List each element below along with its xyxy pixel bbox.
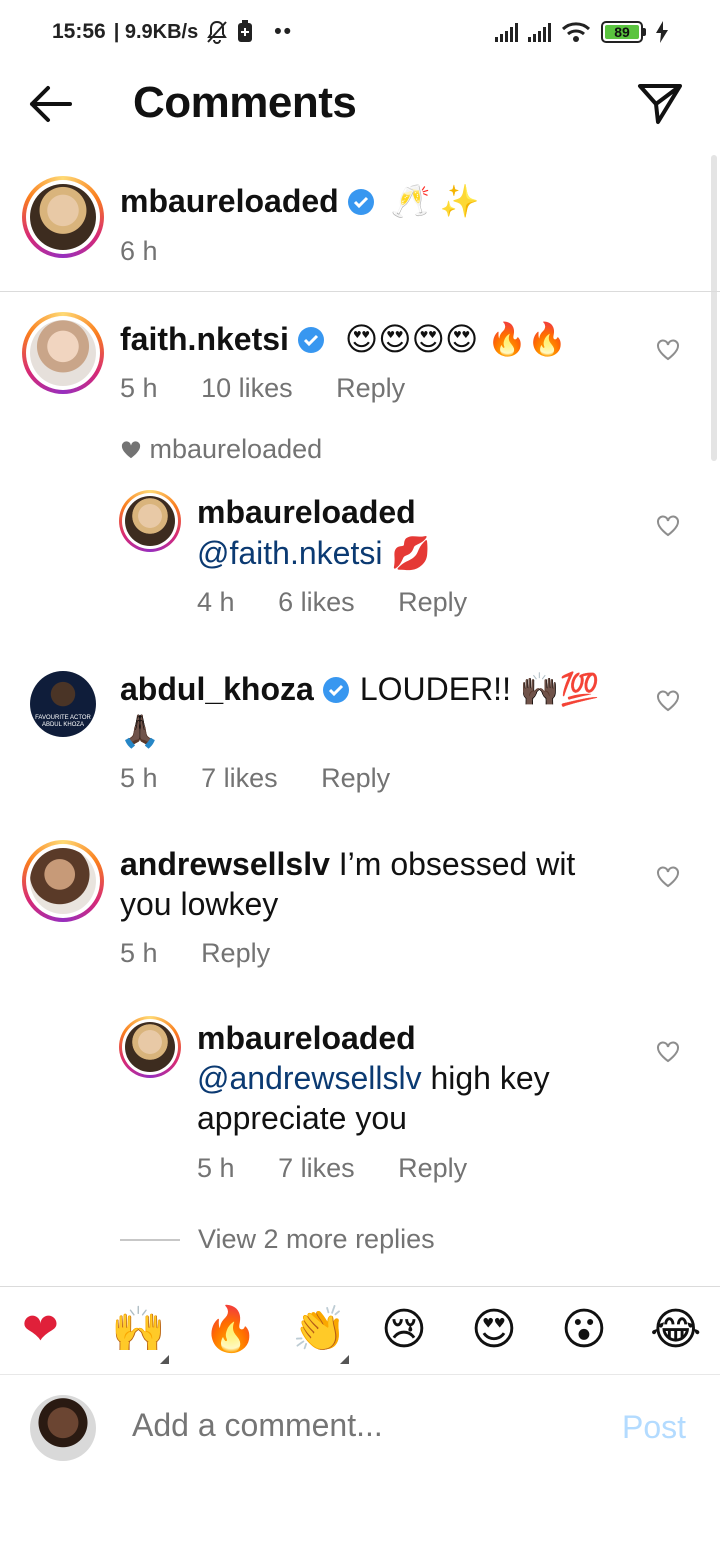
battery-saver-icon — [238, 20, 253, 42]
comment-text: LOUDER!! 🙌🏿💯 — [359, 671, 600, 707]
like-heart-icon[interactable] — [656, 866, 680, 888]
comment-text: I’m obsessed wit — [329, 846, 576, 882]
reply-text: @andrewsellslv high key — [197, 1060, 550, 1097]
comment-input[interactable] — [132, 1407, 592, 1444]
comment-likes[interactable]: 10 likes — [201, 373, 293, 403]
share-send-icon[interactable] — [636, 80, 684, 128]
comment-username[interactable]: faith.nketsi — [120, 321, 289, 357]
status-net-speed: | 9.9KB/s — [113, 20, 199, 43]
comment-meta: 5 h Reply — [120, 938, 270, 969]
comment-text: 😍😍😍😍 🔥🔥 — [344, 321, 567, 357]
comment-line: andrewsellslv I’m obsessed wit — [120, 846, 575, 883]
reply-button[interactable]: Reply — [201, 938, 270, 968]
reply-time: 5 h — [197, 1153, 235, 1183]
bell-off-icon — [207, 20, 228, 44]
reaction-fire-icon[interactable]: 🔥 — [203, 1305, 258, 1355]
comment-time: 5 h — [120, 763, 158, 793]
reply-username[interactable]: mbaureloaded — [197, 494, 416, 531]
skin-tone-corner — [340, 1355, 349, 1364]
comment-meta: 5 h 10 likes Reply — [120, 373, 405, 404]
avatar[interactable] — [119, 1016, 181, 1078]
battery-icon: 89 — [601, 21, 646, 43]
reaction-clap-icon[interactable]: 👏 — [292, 1305, 347, 1355]
caption-line: mbaureloaded 🥂 ✨ — [120, 182, 479, 220]
mention-link[interactable]: @faith.nketsi — [197, 535, 382, 571]
reply-likes[interactable]: 7 likes — [278, 1153, 355, 1183]
page-title: Comments — [133, 78, 357, 127]
comment-line: faith.nketsi 😍😍😍😍 🔥🔥 — [120, 320, 567, 358]
like-heart-icon[interactable] — [656, 515, 680, 537]
header: Comments — [0, 64, 720, 144]
view-more-replies[interactable]: View 2 more replies — [120, 1224, 435, 1255]
reply-text-body: 💋 — [382, 535, 432, 571]
avatar[interactable] — [22, 176, 104, 258]
reaction-surprised-icon[interactable]: 😮 — [561, 1305, 607, 1355]
verified-icon — [322, 677, 349, 703]
avatar[interactable] — [119, 490, 181, 552]
divider — [0, 291, 720, 292]
signal-2-icon — [528, 22, 551, 42]
like-heart-icon[interactable] — [656, 339, 680, 361]
reply-text-line2: appreciate you — [197, 1100, 407, 1136]
comment-username[interactable]: andrewsellslv — [120, 846, 330, 882]
avatar-caption: FAVOURITE ACTOR ABDUL KHOZA — [35, 715, 91, 728]
liked-by-label: mbaureloaded — [149, 434, 323, 464]
verified-icon — [297, 327, 324, 353]
charging-icon — [656, 21, 668, 43]
reply-button[interactable]: Reply — [336, 373, 405, 403]
view-more-line — [120, 1238, 180, 1241]
reply-meta: 4 h 6 likes Reply — [197, 587, 467, 618]
avatar[interactable] — [22, 312, 104, 394]
reaction-laughing-icon[interactable]: 😂 — [650, 1305, 701, 1355]
comment-time: 5 h — [120, 373, 158, 403]
comment-text-line2: 🙏🏿 — [120, 713, 160, 749]
heart-filled-icon — [121, 441, 141, 459]
reply-button[interactable]: Reply — [398, 587, 467, 617]
comment-username[interactable]: abdul_khoza — [120, 671, 314, 707]
quick-reaction-bar: ❤ 🙌 🔥 👏 😢 😍 😮 😂 — [0, 1286, 720, 1374]
reply-likes[interactable]: 6 likes — [278, 587, 355, 617]
avatar[interactable] — [22, 840, 104, 922]
reply-text-body: high key — [421, 1060, 550, 1096]
scrollbar[interactable] — [711, 155, 717, 461]
avatar[interactable]: FAVOURITE ACTOR ABDUL KHOZA — [30, 671, 96, 737]
caption-time: 6 h — [120, 236, 158, 266]
view-more-label: View 2 more replies — [198, 1224, 435, 1254]
reaction-heart-eyes-icon[interactable]: 😍 — [471, 1305, 517, 1355]
liked-by-author: mbaureloaded — [120, 434, 322, 465]
like-heart-icon[interactable] — [656, 1041, 680, 1063]
avatar[interactable] — [30, 1395, 96, 1461]
status-time: 15:56 — [52, 20, 106, 43]
reply-username[interactable]: mbaureloaded — [197, 1020, 416, 1057]
verified-icon — [347, 189, 374, 215]
reply-text: @faith.nketsi 💋 — [197, 534, 431, 572]
mention-link[interactable]: @andrewsellslv — [197, 1060, 422, 1096]
more-status-icon: •• — [274, 20, 293, 43]
reply-button[interactable]: Reply — [398, 1153, 467, 1183]
battery-level: 89 — [605, 24, 639, 40]
comment-composer: Post — [0, 1374, 720, 1484]
caption-text: 🥂 ✨ — [390, 183, 480, 219]
like-heart-icon[interactable] — [656, 690, 680, 712]
reaction-heart-icon[interactable]: ❤ — [22, 1305, 59, 1355]
post-button[interactable]: Post — [622, 1409, 686, 1446]
back-arrow-icon[interactable] — [26, 84, 74, 124]
comment-text-line2: you lowkey — [120, 886, 279, 922]
reply-button[interactable]: Reply — [321, 763, 390, 793]
reply-time: 4 h — [197, 587, 235, 617]
skin-tone-corner — [160, 1355, 169, 1364]
reply-meta: 5 h 7 likes Reply — [197, 1153, 467, 1184]
reaction-crying-icon[interactable]: 😢 — [381, 1305, 427, 1355]
signal-1-icon — [495, 22, 518, 42]
wifi-icon — [561, 22, 591, 42]
status-bar: 15:56 | 9.9KB/s •• 89 — [0, 0, 720, 64]
comment-likes[interactable]: 7 likes — [201, 763, 278, 793]
caption-username[interactable]: mbaureloaded — [120, 183, 339, 219]
comment-line: abdul_khoza LOUDER!! 🙌🏿💯 — [120, 670, 600, 708]
comment-meta: 5 h 7 likes Reply — [120, 763, 390, 794]
reaction-raised-hands-icon[interactable]: 🙌 — [111, 1305, 166, 1355]
comment-time: 5 h — [120, 938, 158, 968]
